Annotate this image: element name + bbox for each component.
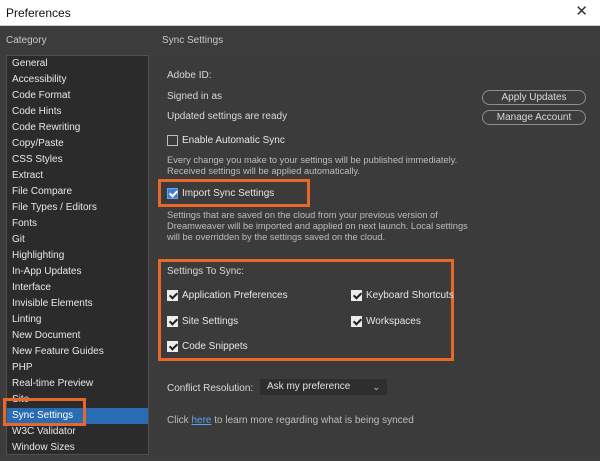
adobe-id-label: Adobe ID: (167, 70, 212, 81)
category-item-file-types-editors[interactable]: File Types / Editors (7, 200, 148, 216)
application-preferences-label: Application Preferences (182, 290, 288, 301)
workspaces-checkbox[interactable] (351, 316, 362, 327)
category-item-window-sizes[interactable]: Window Sizes (7, 440, 148, 454)
category-item-fonts[interactable]: Fonts (7, 216, 148, 232)
category-item-copy-paste[interactable]: Copy/Paste (7, 136, 148, 152)
auto-sync-description-line1: Every change you make to your settings w… (167, 155, 458, 165)
conflict-resolution-dropdown[interactable]: Ask my preference ⌄ (260, 379, 387, 395)
close-icon[interactable]: ✕ (575, 3, 588, 21)
enable-automatic-sync-label: Enable Automatic Sync (182, 135, 285, 146)
site-settings-checkbox[interactable] (167, 316, 178, 327)
footer-prefix: Click (167, 415, 189, 426)
import-description-line3: will be overridden by the settings saved… (167, 232, 386, 242)
category-item-code-hints[interactable]: Code Hints (7, 104, 148, 120)
footer-text: Click here to learn more regarding what … (167, 415, 414, 426)
updated-settings-label: Updated settings are ready (167, 111, 288, 122)
category-item-highlighting[interactable]: Highlighting (7, 248, 148, 264)
category-item-in-app-updates[interactable]: In-App Updates (7, 264, 148, 280)
category-item-new-feature-guides[interactable]: New Feature Guides (7, 344, 148, 360)
conflict-resolution-label: Conflict Resolution: (167, 383, 254, 394)
code-snippets-checkbox[interactable] (167, 341, 178, 352)
category-list: General Accessibility Code Format Code H… (6, 55, 149, 455)
category-header: Category (6, 35, 47, 46)
application-preferences-checkbox[interactable] (167, 290, 178, 301)
category-item-site[interactable]: Site (7, 392, 148, 408)
import-description-line2: Dreamweaver will be imported and applied… (167, 221, 468, 231)
category-item-file-compare[interactable]: File Compare (7, 184, 148, 200)
category-item-interface[interactable]: Interface (7, 280, 148, 296)
settings-to-sync-label: Settings To Sync: (167, 266, 245, 277)
signed-in-label: Signed in as (167, 91, 223, 102)
category-item-w3c-validator[interactable]: W3C Validator (7, 424, 148, 440)
auto-sync-description-line2: Received settings will be applied automa… (167, 166, 361, 176)
site-settings-label: Site Settings (182, 316, 239, 327)
import-sync-settings-label: Import Sync Settings (182, 188, 275, 199)
code-snippets-label: Code Snippets (182, 341, 248, 352)
chevron-down-icon: ⌄ (372, 382, 380, 392)
category-item-invisible-elements[interactable]: Invisible Elements (7, 296, 148, 312)
category-item-accessibility[interactable]: Accessibility (7, 72, 148, 88)
category-item-sync-settings[interactable]: Sync Settings (7, 408, 148, 424)
manage-account-button[interactable]: Manage Account (482, 110, 586, 125)
window-title: Preferences (6, 6, 71, 20)
panel-header: Sync Settings (162, 35, 224, 46)
keyboard-shortcuts-label: Keyboard Shortcuts (366, 290, 454, 301)
category-item-new-document[interactable]: New Document (7, 328, 148, 344)
enable-automatic-sync-checkbox[interactable] (167, 135, 178, 146)
footer-suffix: to learn more regarding what is being sy… (214, 415, 414, 426)
category-item-real-time-preview[interactable]: Real-time Preview (7, 376, 148, 392)
import-sync-settings-checkbox[interactable] (167, 188, 178, 199)
apply-updates-button[interactable]: Apply Updates (482, 90, 586, 105)
import-description-line1: Settings that are saved on the cloud fro… (167, 210, 438, 220)
conflict-resolution-value: Ask my preference (267, 381, 351, 392)
keyboard-shortcuts-checkbox[interactable] (351, 290, 362, 301)
category-item-code-rewriting[interactable]: Code Rewriting (7, 120, 148, 136)
category-item-linting[interactable]: Linting (7, 312, 148, 328)
category-item-extract[interactable]: Extract (7, 168, 148, 184)
category-item-code-format[interactable]: Code Format (7, 88, 148, 104)
category-item-css-styles[interactable]: CSS Styles (7, 152, 148, 168)
workspaces-label: Workspaces (366, 316, 421, 327)
learn-more-link[interactable]: here (191, 415, 211, 426)
title-bar: Preferences ✕ (0, 0, 600, 26)
category-item-php[interactable]: PHP (7, 360, 148, 376)
category-item-git[interactable]: Git (7, 232, 148, 248)
category-item-general[interactable]: General (7, 56, 148, 72)
